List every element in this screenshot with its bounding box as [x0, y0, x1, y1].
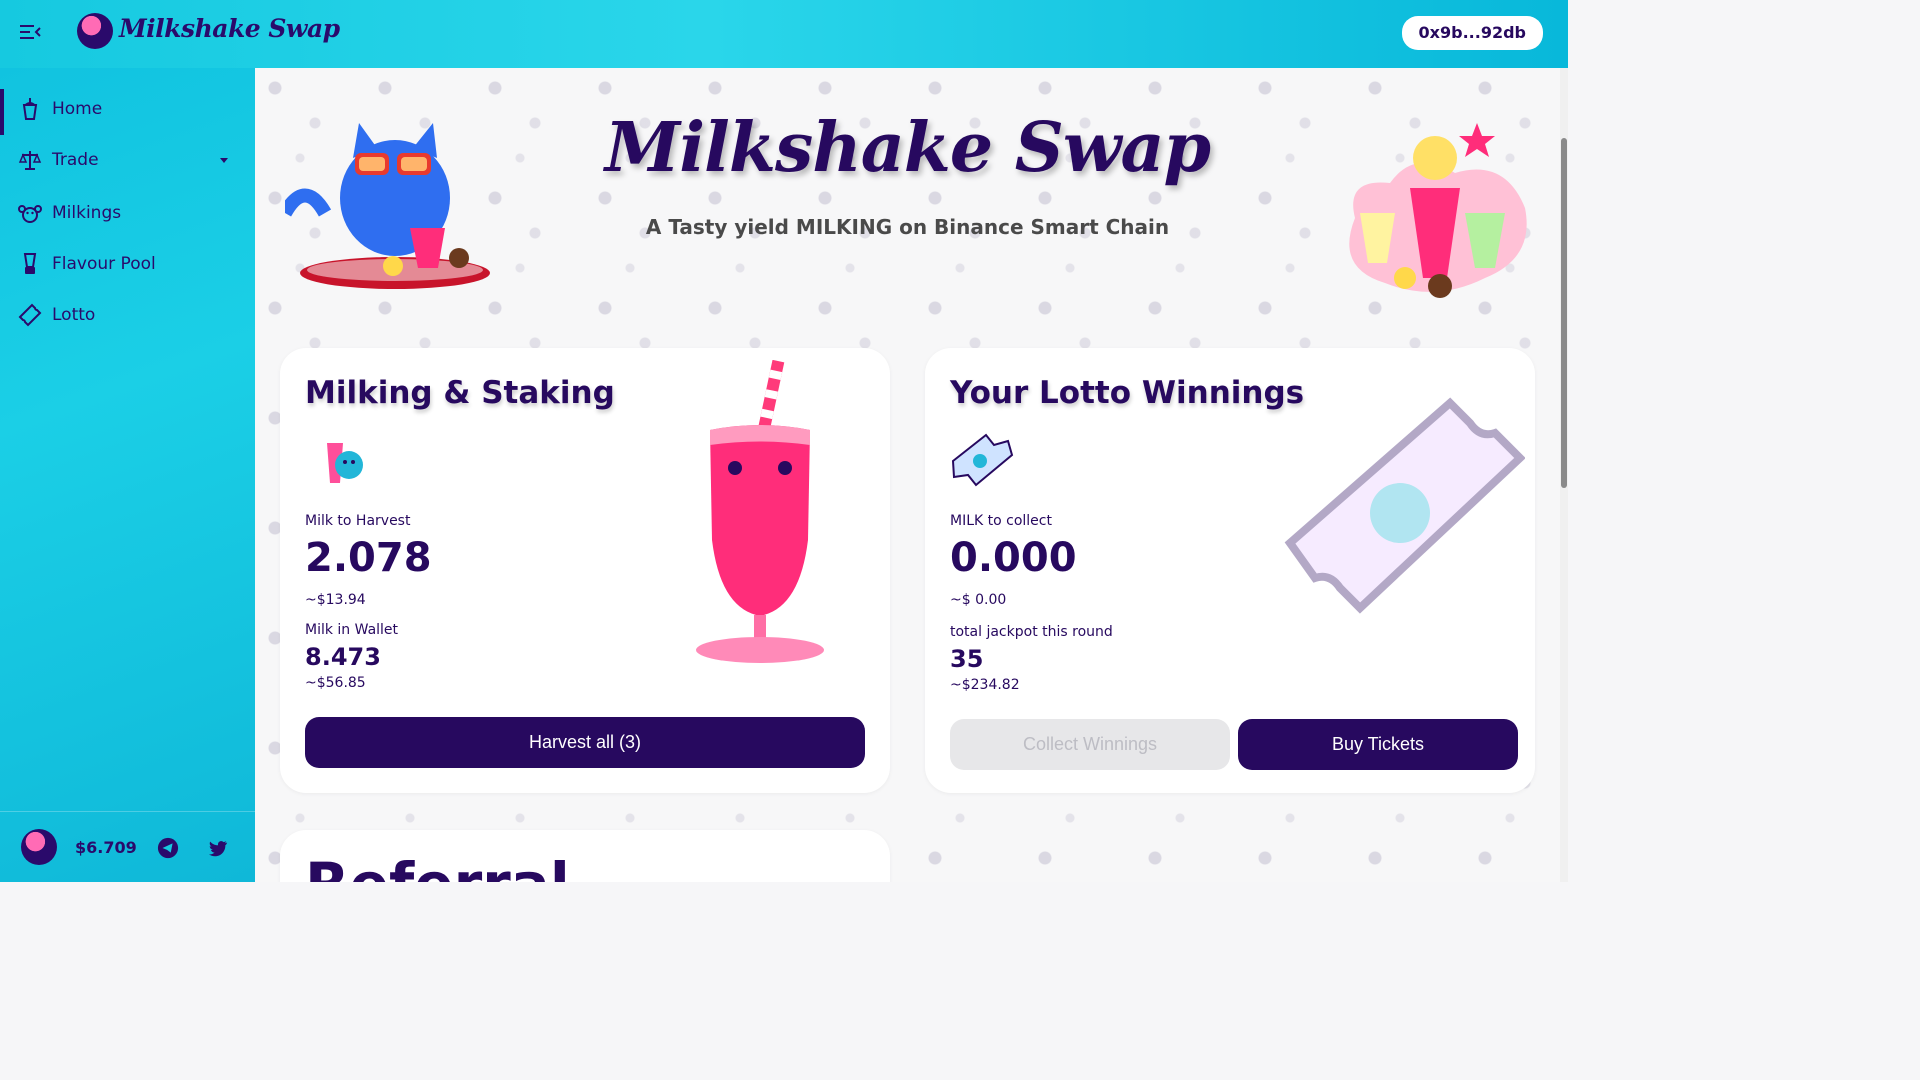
sidebar: Home Trade Milkings Flavour Pool Lotto $…	[0, 68, 255, 882]
lotto-card: Your Lotto Winnings MILK to collect 0.00…	[925, 348, 1535, 793]
sidebar-item-trade[interactable]: Trade	[0, 137, 255, 183]
app-logo-icon[interactable]	[77, 13, 113, 49]
chevron-down-icon[interactable]	[220, 157, 228, 163]
sidebar-item-flavour-pool[interactable]: Flavour Pool	[0, 241, 255, 287]
referral-card: Referral	[280, 830, 890, 882]
ticket-watermark-illustration	[1284, 397, 1525, 614]
scales-icon	[18, 151, 42, 170]
blender-icon	[23, 253, 37, 274]
sidebar-item-label: Flavour Pool	[52, 254, 156, 274]
telegram-icon[interactable]	[157, 837, 179, 859]
milk-token-icon	[327, 443, 363, 483]
sidebar-item-label: Trade	[52, 150, 99, 170]
buy-tickets-button[interactable]: Buy Tickets	[1238, 719, 1518, 770]
harvest-value: 2.078	[305, 535, 432, 581]
wallet-label: Milk in Wallet	[305, 622, 399, 638]
collect-winnings-button[interactable]: Collect Winnings	[950, 719, 1230, 770]
harvest-label: Milk to Harvest	[305, 513, 411, 529]
menu-collapse-icon[interactable]	[18, 20, 42, 44]
jackpot-label: total jackpot this round	[950, 624, 1113, 640]
scrollbar[interactable]	[1560, 68, 1568, 882]
sidebar-item-label: Lotto	[52, 305, 96, 325]
sidebar-item-milkings[interactable]: Milkings	[0, 190, 255, 236]
staking-card: Milking & Staking Milk to Harvest 2.078 …	[280, 348, 890, 793]
wallet-address-button[interactable]: 0x9b...92db	[1401, 16, 1543, 50]
sidebar-item-label: Milkings	[52, 203, 122, 223]
lotto-ticket-icon	[951, 433, 1014, 487]
card-title: Milking & Staking	[305, 375, 615, 411]
app-logo-text[interactable]: Milkshake Swap	[119, 14, 340, 43]
twitter-icon[interactable]	[207, 837, 229, 859]
sidebar-item-label: Home	[52, 99, 103, 119]
collect-value: 0.000	[950, 535, 1077, 581]
ticket-icon	[18, 303, 42, 327]
milkshake-cup-icon	[22, 98, 38, 120]
jackpot-value: 35	[950, 645, 984, 673]
collect-usd: ~$ 0.00	[950, 592, 1007, 608]
main-content: Milkshake Swap A Tasty yield MILKING on …	[255, 68, 1560, 882]
top-bar: Milkshake Swap 0x9b...92db	[0, 0, 1568, 68]
cow-icon	[18, 205, 42, 223]
sidebar-item-lotto[interactable]: Lotto	[0, 292, 255, 338]
wallet-usd: ~$56.85	[305, 675, 366, 691]
sidebar-footer: $6.709	[0, 811, 255, 882]
harvest-all-button[interactable]: Harvest all (3)	[305, 717, 865, 768]
card-title: Referral	[305, 850, 570, 882]
sidebar-item-home[interactable]: Home	[0, 86, 255, 135]
token-logo-icon	[21, 829, 57, 865]
card-title: Your Lotto Winnings	[950, 375, 1305, 411]
collect-label: MILK to collect	[950, 513, 1052, 529]
token-price: $6.709	[75, 838, 137, 857]
milkshake-glasses-illustration	[1349, 123, 1527, 298]
wallet-value: 8.473	[305, 643, 381, 671]
jackpot-usd: ~$234.82	[950, 677, 1020, 693]
scrollbar-thumb[interactable]	[1561, 138, 1567, 488]
harvest-usd: ~$13.94	[305, 592, 366, 608]
milkshake-glass-illustration	[696, 360, 824, 663]
